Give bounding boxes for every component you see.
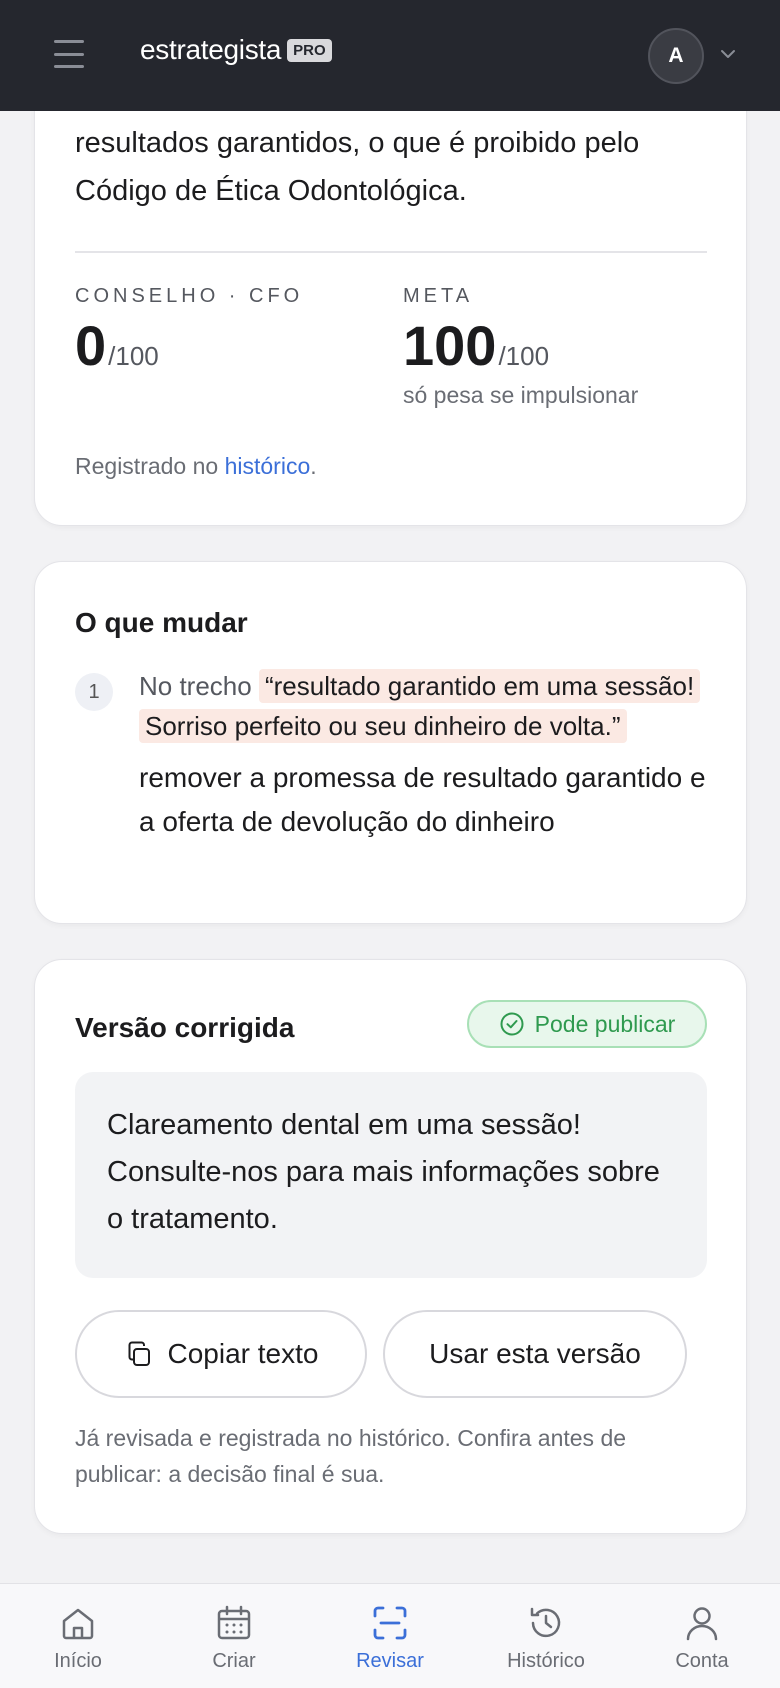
nav-label: Revisar <box>356 1650 424 1672</box>
changes-title: O que mudar <box>75 607 248 638</box>
check-circle-icon <box>500 1012 524 1036</box>
bottom-navigation: Início Criar Revisar Histórico Conta <box>0 1583 780 1688</box>
top-app-bar: estrategista PRO A <box>0 0 780 111</box>
nav-label: Conta <box>675 1650 729 1672</box>
corrected-version-card: Versão corrigida Pode publicar Clareamen… <box>34 959 747 1534</box>
nav-item-inicio[interactable]: Início <box>0 1584 156 1688</box>
nav-item-conta[interactable]: Conta <box>624 1584 780 1688</box>
score-meta: META 100 /100 só pesa se impulsionar <box>403 285 638 409</box>
change-action: remover a promessa de resultado garantid… <box>139 762 706 837</box>
history-icon <box>530 1607 561 1638</box>
nav-label: Criar <box>212 1650 256 1672</box>
copy-icon <box>128 1341 150 1366</box>
change-item: No trecho “resultado garantido em uma se… <box>139 666 719 844</box>
chevron-down-icon[interactable] <box>718 44 738 64</box>
nav-item-revisar[interactable]: Revisar <box>312 1584 468 1688</box>
calendar-icon <box>217 1605 251 1640</box>
result-explanation: resultados garantidos, o que é proibido … <box>75 127 640 207</box>
brand-logo[interactable]: estrategista PRO <box>140 34 332 66</box>
score-council: CONSELHO · CFO 0 /100 <box>75 285 303 378</box>
registered-note: Registrado no histórico. <box>75 453 317 480</box>
changes-card: O que mudar 1 No trecho “resultado garan… <box>34 561 747 924</box>
corrected-title: Versão corrigida <box>75 1012 295 1043</box>
nav-label: Histórico <box>507 1650 585 1672</box>
registered-suffix: . <box>310 453 317 479</box>
score-value: 0 <box>75 314 107 377</box>
score-label: META <box>403 285 474 307</box>
score-value: 100 <box>403 314 497 377</box>
home-icon <box>62 1608 94 1640</box>
copy-text-button[interactable]: Copiar texto <box>75 1310 367 1398</box>
use-version-button[interactable]: Usar esta versão <box>383 1310 687 1398</box>
use-version-label: Usar esta versão <box>429 1338 641 1369</box>
corrected-text: Clareamento dental em uma sessão! Consul… <box>75 1072 707 1278</box>
nav-label: Início <box>54 1650 102 1672</box>
user-icon <box>686 1607 718 1641</box>
registered-prefix: Registrado no <box>75 453 219 479</box>
avatar[interactable]: A <box>648 28 704 84</box>
score-note: só pesa se impulsionar <box>403 382 639 408</box>
pro-badge: PRO <box>287 38 332 62</box>
nav-item-historico[interactable]: Histórico <box>468 1584 624 1688</box>
status-badge: Pode publicar <box>467 1000 707 1048</box>
nav-item-criar[interactable]: Criar <box>156 1584 312 1688</box>
review-result-card: resultados garantidos, o que é proibido … <box>34 60 747 526</box>
step-number-badge: 1 <box>75 673 113 711</box>
brand-name: estrategista <box>140 34 282 65</box>
score-label: CONSELHO · CFO <box>75 285 304 307</box>
history-link[interactable]: histórico <box>225 453 311 479</box>
disclaimer-text: Já revisada e registrada no histórico. C… <box>75 1425 627 1487</box>
score-max: /100 <box>108 341 159 371</box>
scan-icon <box>373 1606 407 1640</box>
divider <box>75 251 707 253</box>
status-badge-label: Pode publicar <box>534 1010 676 1037</box>
menu-icon[interactable] <box>54 40 84 68</box>
copy-text-label: Copiar texto <box>167 1338 319 1369</box>
change-prefix: No trecho <box>139 671 252 701</box>
score-max: /100 <box>498 341 550 371</box>
